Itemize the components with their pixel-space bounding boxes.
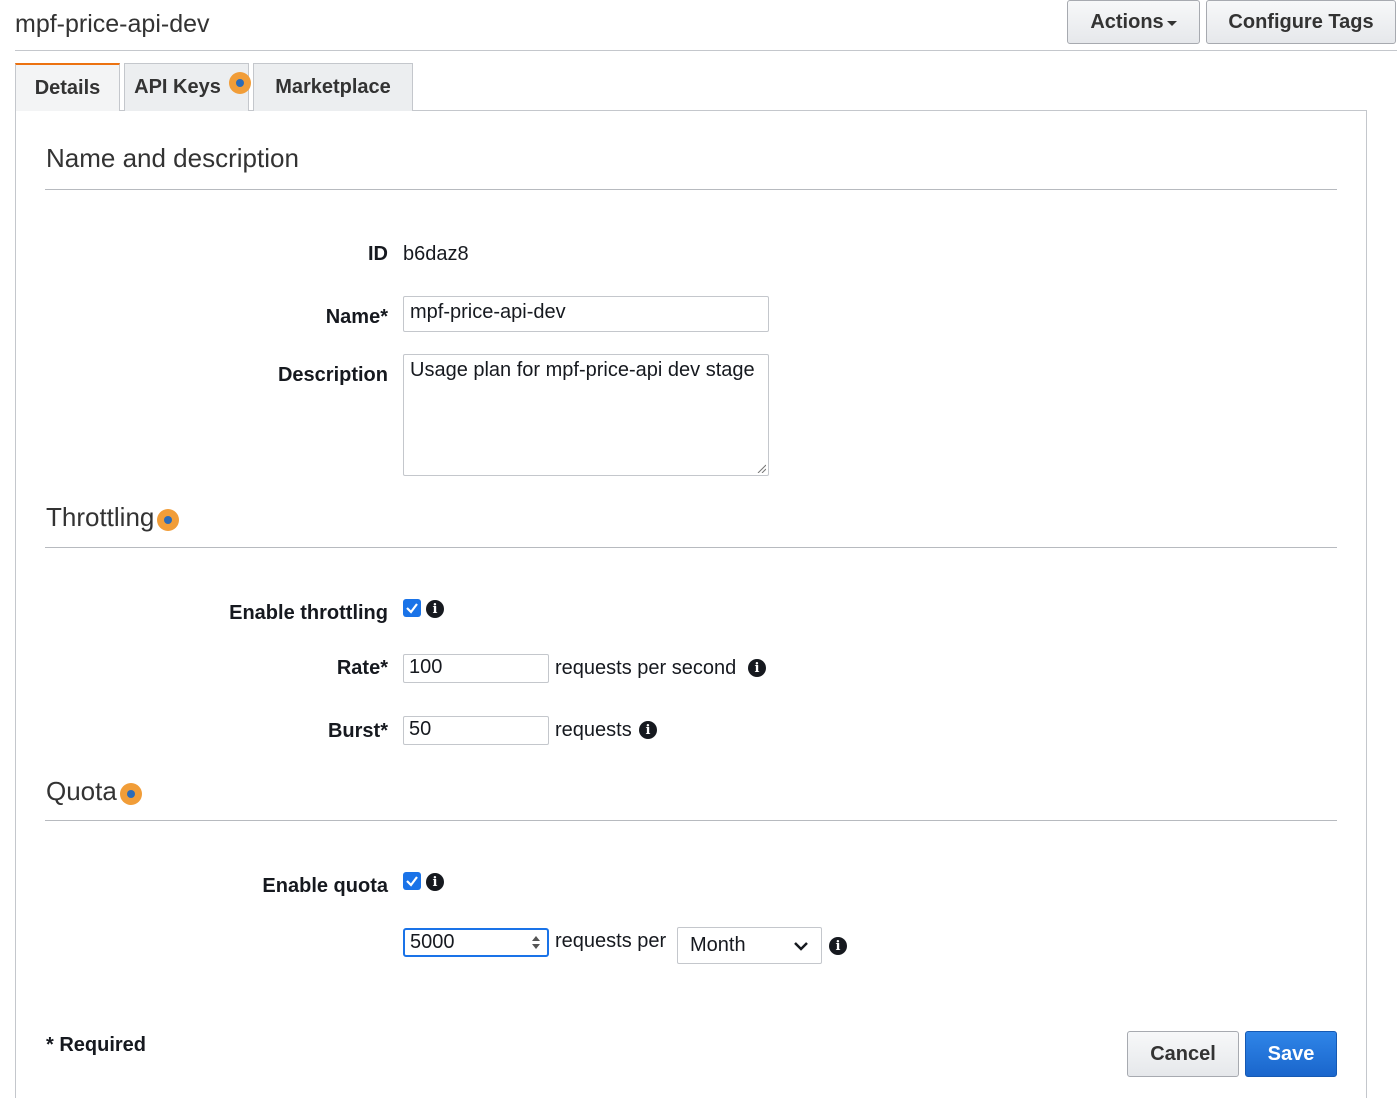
rate-unit-text: requests per second bbox=[555, 657, 737, 679]
quota-period-select[interactable]: Month bbox=[677, 927, 822, 964]
rate-input[interactable]: 100 bbox=[403, 654, 549, 683]
required-note: * Required bbox=[46, 1034, 147, 1056]
description-textarea-value: Usage plan for mpf-price-api dev stage bbox=[410, 359, 755, 381]
tab-marketplace[interactable]: Marketplace bbox=[253, 63, 413, 111]
tab-details-label: Details bbox=[34, 76, 101, 99]
section-title-name-description: Name and description bbox=[46, 143, 299, 173]
section-title-quota: Quota bbox=[46, 776, 142, 807]
resize-handle-icon[interactable] bbox=[756, 463, 766, 473]
burst-input-value: 50 bbox=[409, 718, 432, 740]
checkmark-icon bbox=[406, 603, 418, 614]
section-divider bbox=[45, 820, 1337, 821]
info-icon[interactable]: i bbox=[748, 659, 766, 677]
id-value: b6daz8 bbox=[403, 243, 469, 265]
notification-badge-icon bbox=[229, 72, 251, 94]
section-title-throttling: Throttling bbox=[46, 502, 180, 533]
header-divider bbox=[15, 50, 1397, 51]
quota-unit-text: requests per bbox=[555, 930, 667, 952]
save-button[interactable]: Save bbox=[1245, 1031, 1337, 1077]
enable-throttling-checkbox[interactable] bbox=[403, 599, 421, 617]
tab-marketplace-label: Marketplace bbox=[275, 76, 391, 98]
cancel-button[interactable]: Cancel bbox=[1127, 1031, 1239, 1077]
configure-tags-button[interactable]: Configure Tags bbox=[1206, 0, 1396, 44]
info-icon[interactable]: i bbox=[426, 873, 444, 891]
rate-input-value: 100 bbox=[409, 656, 443, 678]
enable-quota-checkbox[interactable] bbox=[403, 872, 421, 890]
section-divider bbox=[45, 547, 1337, 548]
burst-unit-text: requests bbox=[555, 719, 632, 741]
name-input-value: mpf-price-api-dev bbox=[410, 301, 566, 323]
quota-input-value: 5000 bbox=[410, 931, 455, 953]
notification-badge-icon bbox=[157, 508, 180, 531]
chevron-down-icon bbox=[794, 941, 808, 951]
burst-input[interactable]: 50 bbox=[403, 716, 549, 745]
info-icon[interactable]: i bbox=[829, 937, 847, 955]
info-icon[interactable]: i bbox=[639, 721, 657, 739]
info-icon[interactable]: i bbox=[426, 600, 444, 618]
name-label: Name* bbox=[325, 306, 388, 328]
tab-api-keys[interactable]: API Keys bbox=[124, 63, 251, 111]
notification-badge-icon bbox=[119, 782, 142, 805]
checkmark-icon bbox=[406, 876, 418, 887]
section-divider bbox=[45, 189, 1337, 190]
quota-period-value: Month bbox=[690, 934, 746, 956]
id-label: ID bbox=[368, 243, 388, 265]
actions-button-label: Actions bbox=[1090, 10, 1164, 33]
description-label: Description bbox=[277, 364, 388, 386]
enable-quota-label: Enable quota bbox=[262, 875, 388, 897]
caret-down-icon bbox=[1166, 21, 1177, 26]
quota-number-input[interactable]: 5000 bbox=[403, 928, 549, 957]
name-input[interactable]: mpf-price-api-dev bbox=[403, 296, 769, 332]
burst-label: Burst* bbox=[327, 720, 388, 742]
rate-label: Rate* bbox=[336, 657, 388, 679]
tab-api-keys-label: API Keys bbox=[134, 76, 221, 98]
description-textarea[interactable]: Usage plan for mpf-price-api dev stage bbox=[403, 354, 769, 476]
tab-details[interactable]: Details bbox=[15, 63, 120, 111]
actions-button[interactable]: Actions bbox=[1067, 0, 1200, 44]
enable-throttling-label: Enable throttling bbox=[229, 602, 388, 624]
page-title: mpf-price-api-dev bbox=[15, 10, 210, 38]
number-spinner-icon[interactable] bbox=[532, 936, 540, 949]
